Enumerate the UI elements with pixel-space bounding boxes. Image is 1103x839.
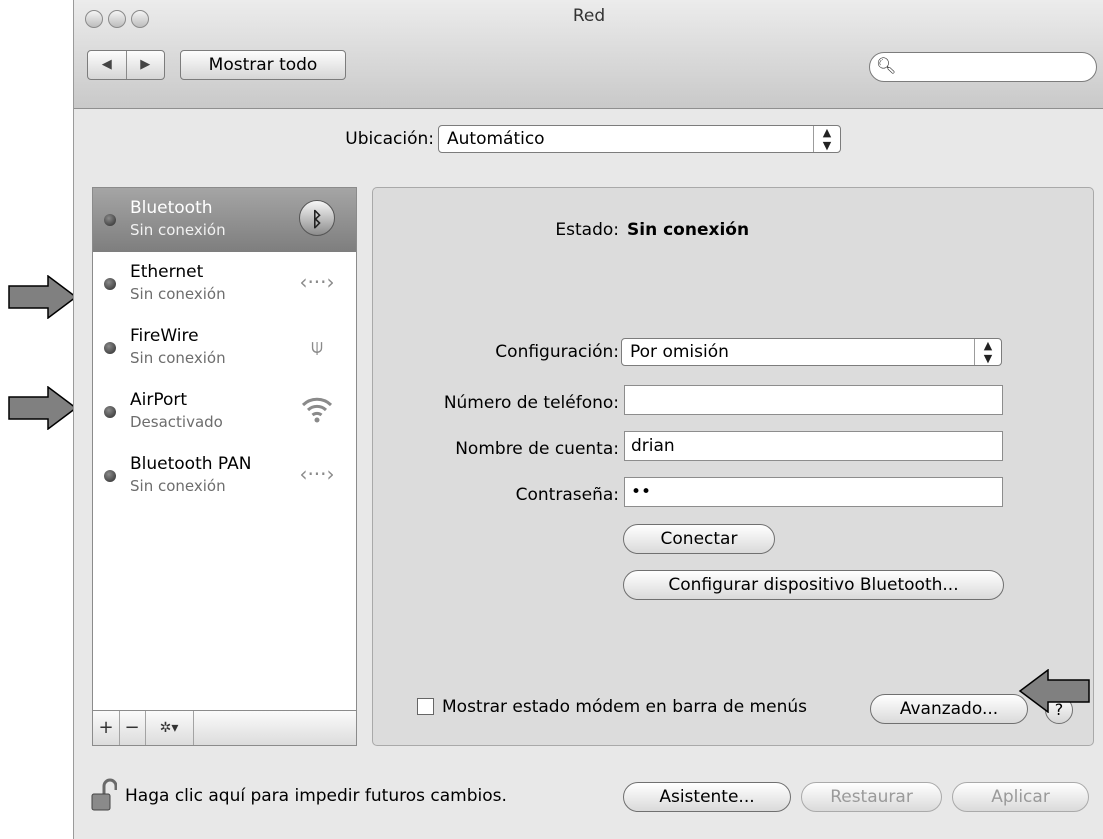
account-name-field[interactable]: drian [624,431,1003,461]
status-label: Estado: [555,220,619,240]
location-popup[interactable]: Automático ▲ ▼ [438,125,841,153]
phone-label: Número de teléfono: [443,393,619,413]
annotation-arrow-advanced [1018,669,1090,713]
service-item-bluetooth[interactable]: Bluetooth Sin conexión ᛒ [93,188,356,252]
service-status: Desactivado [130,413,223,431]
password-label: Contraseña: [515,485,619,505]
location-value: Automático [447,129,545,149]
back-forward-control: ◀ ▶ [87,50,165,80]
service-name: Bluetooth [130,198,213,218]
configuration-value: Por omisión [630,342,729,362]
show-modem-status-checkbox[interactable] [417,698,434,715]
service-name: FireWire [130,326,199,346]
popup-arrows-icon: ▲ ▼ [813,126,840,152]
service-status: Sin conexión [130,221,226,239]
service-item-firewire[interactable]: FireWire Sin conexión ⍦ [93,316,356,380]
annotation-arrow-airport [8,386,78,430]
configure-bluetooth-device-button[interactable]: Configurar dispositivo Bluetooth... [623,570,1004,600]
service-name: AirPort [130,390,188,410]
status-dot-icon [104,406,116,418]
show-all-button[interactable]: Mostrar todo [180,50,346,80]
service-item-bluetooth-pan[interactable]: Bluetooth PAN Sin conexión ‹···› [93,444,356,508]
status-dot-icon [104,278,116,290]
forward-arrow-icon[interactable]: ▶ [127,51,165,79]
status-dot-icon [104,342,116,354]
show-modem-status-label: Mostrar estado módem en barra de menús [442,697,807,717]
remove-service-button[interactable]: − [119,711,146,745]
service-item-ethernet[interactable]: Ethernet Sin conexión ‹···› [93,252,356,316]
service-detail-panel: Estado: Sin conexión Configuración: Por … [372,187,1094,746]
service-item-airport[interactable]: AirPort Desactivado [93,380,356,444]
search-field[interactable]: 🔍︎ [869,52,1097,82]
revert-button[interactable]: Restaurar [801,782,942,812]
configuration-popup[interactable]: Por omisión ▲ ▼ [621,338,1002,366]
location-label: Ubicación: [345,129,434,149]
configuration-label: Configuración: [495,342,619,362]
popup-arrows-icon: ▲ ▼ [974,339,1001,365]
lock-icon[interactable] [91,778,117,812]
service-status: Sin conexión [130,285,226,303]
service-list: Bluetooth Sin conexión ᛒ Ethernet Sin co… [92,187,357,746]
bluetooth-icon: ᛒ [299,200,335,236]
gear-icon[interactable]: ✲▾ [145,711,194,745]
ethernet-icon: ‹···› [299,462,335,486]
ethernet-icon: ‹···› [299,270,335,294]
service-name: Bluetooth PAN [130,454,252,474]
account-label: Nombre de cuenta: [455,439,619,459]
assistant-button[interactable]: Asistente... [623,782,791,812]
status-value: Sin conexión [627,220,750,240]
phone-number-field[interactable] [624,385,1003,415]
status-dot-icon [104,470,116,482]
back-arrow-icon[interactable]: ◀ [88,51,127,79]
service-status: Sin conexión [130,477,226,495]
lock-message: Haga clic aquí para impedir futuros camb… [125,786,507,806]
advanced-button[interactable]: Avanzado... [870,694,1028,724]
service-list-toolbar: + − ✲▾ [93,710,356,745]
status-dot-icon [104,214,116,226]
firewire-icon: ⍦ [311,334,323,358]
network-preferences-window: Red ◀ ▶ Mostrar todo 🔍︎ Ubicación: Autom… [73,0,1103,839]
annotation-arrow-ethernet [8,275,78,319]
search-icon: 🔍︎ [876,56,897,75]
password-field[interactable]: •• [624,477,1003,507]
connect-button[interactable]: Conectar [623,524,775,554]
window-title: Red [572,6,606,26]
add-service-button[interactable]: + [93,711,120,745]
service-status: Sin conexión [130,349,226,367]
wifi-icon [299,392,335,428]
service-name: Ethernet [130,262,204,282]
titlebar: Red ◀ ▶ Mostrar todo 🔍︎ [74,0,1103,109]
apply-button[interactable]: Aplicar [952,782,1089,812]
